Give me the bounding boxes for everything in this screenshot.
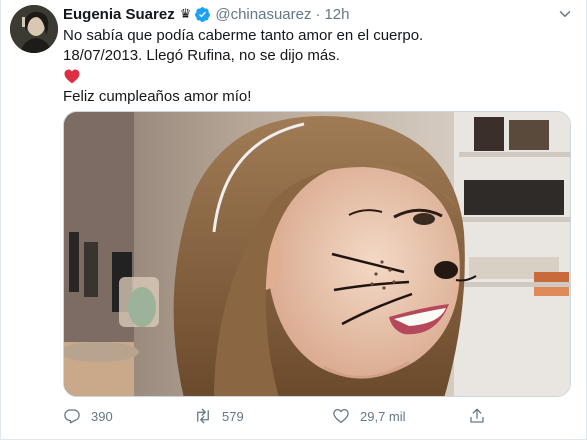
reply-icon	[64, 409, 80, 424]
chevron-down-icon[interactable]	[556, 5, 574, 23]
photo-girl-cat-face-paint	[64, 112, 570, 396]
reply-button[interactable]: 390	[63, 405, 113, 427]
tweet-header: Eugenia Suarez ♛ @chinasuarez · 12h	[63, 4, 350, 24]
tweet-timestamp[interactable]: 12h	[324, 6, 349, 23]
tweet-photo[interactable]	[63, 111, 571, 397]
red-heart-icon	[64, 69, 80, 83]
emoji-line	[63, 65, 563, 87]
heart-icon	[333, 408, 349, 424]
retweet-count: 579	[222, 408, 244, 424]
verified-badge-icon	[195, 6, 211, 22]
avatar-image	[10, 5, 58, 53]
tweet-card[interactable]: Eugenia Suarez ♛ @chinasuarez · 12h No s…	[0, 0, 587, 440]
tweet-text-line: 18/07/2013. Llegó Rufina, no se dijo más…	[63, 46, 340, 64]
tweet-text: No sabía que podía caberme tanto amor en…	[63, 26, 563, 107]
tweet-actions: 390 579 29,7 mil	[63, 405, 571, 427]
retweet-icon	[197, 408, 209, 424]
user-handle[interactable]: @chinasuarez	[215, 6, 311, 23]
crown-icon: ♛	[179, 6, 192, 21]
tweet-text-line: Feliz cumpleaños amor mío!	[63, 88, 252, 105]
retweet-button[interactable]: 579	[194, 405, 244, 427]
share-icon	[470, 408, 484, 423]
like-count: 29,7 mil	[360, 408, 406, 424]
display-name[interactable]: Eugenia Suarez	[63, 6, 175, 23]
tweet-text-line: No sabía que podía caberme tanto amor en…	[63, 27, 424, 44]
reply-count: 390	[91, 408, 113, 424]
share-button[interactable]	[468, 405, 486, 427]
avatar[interactable]	[10, 5, 58, 53]
like-button[interactable]: 29,7 mil	[332, 405, 406, 427]
separator-dot: ·	[315, 5, 321, 23]
